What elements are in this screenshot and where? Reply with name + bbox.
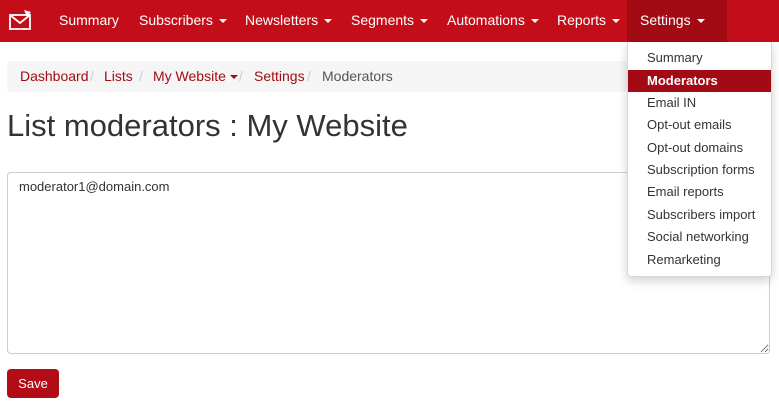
top-navbar: Summary Subscribers Newsletters Segments… (0, 0, 779, 42)
caret-down-icon (696, 19, 705, 24)
nav-segments-label: Segments (351, 12, 415, 28)
breadcrumb-settings[interactable]: Settings (254, 61, 305, 92)
caret-down-icon (324, 19, 333, 24)
nav-subscribers-label: Subscribers (139, 12, 213, 28)
breadcrumb-my-website[interactable]: My Website (153, 61, 238, 92)
breadcrumb-moderators: Moderators (322, 68, 393, 84)
caret-down-icon (530, 19, 539, 24)
breadcrumb-separator: / (239, 68, 243, 84)
breadcrumb-lists[interactable]: Lists (104, 61, 133, 92)
breadcrumb-separator: / (139, 68, 143, 84)
settings-menu-moderators[interactable]: Moderators (628, 70, 771, 92)
breadcrumb-dashboard[interactable]: Dashboard (20, 61, 89, 92)
breadcrumb-separator: / (90, 68, 94, 84)
nav-summary-label: Summary (59, 12, 119, 28)
caret-down-icon (229, 75, 238, 80)
nav-summary[interactable]: Summary (59, 0, 119, 42)
breadcrumb-separator: / (307, 68, 311, 84)
nav-newsletters[interactable]: Newsletters (245, 0, 333, 42)
nav-reports[interactable]: Reports (557, 0, 621, 42)
caret-down-icon (612, 19, 621, 24)
nav-automations[interactable]: Automations (447, 0, 539, 42)
settings-menu-opt-out-domains[interactable]: Opt-out domains (628, 137, 771, 159)
nav-newsletters-label: Newsletters (245, 12, 319, 28)
settings-dropdown-menu: Summary Moderators Email IN Opt-out emai… (627, 42, 772, 277)
settings-menu-email-in[interactable]: Email IN (628, 92, 771, 114)
envelope-icon[interactable] (7, 8, 33, 34)
caret-down-icon (420, 19, 429, 24)
nav-subscribers[interactable]: Subscribers (139, 0, 227, 42)
settings-menu-opt-out-emails[interactable]: Opt-out emails (628, 114, 771, 136)
nav-automations-label: Automations (447, 12, 525, 28)
nav-segments[interactable]: Segments (351, 0, 429, 42)
settings-menu-subscribers-import[interactable]: Subscribers import (628, 204, 771, 226)
breadcrumb: Dashboard / Lists / My Website / Setting… (7, 61, 627, 92)
settings-menu-summary[interactable]: Summary (628, 47, 771, 69)
settings-menu-social-networking[interactable]: Social networking (628, 226, 771, 248)
settings-menu-remarketing[interactable]: Remarketing (628, 249, 771, 271)
caret-down-icon (218, 19, 227, 24)
page-title: List moderators : My Website (7, 108, 408, 143)
settings-menu-email-reports[interactable]: Email reports (628, 181, 771, 203)
nav-settings[interactable]: Settings (627, 0, 727, 42)
nav-settings-label: Settings (640, 12, 691, 28)
breadcrumb-my-website-label: My Website (153, 68, 226, 84)
nav-reports-label: Reports (557, 12, 607, 28)
save-button[interactable]: Save (7, 369, 59, 398)
settings-menu-subscription-forms[interactable]: Subscription forms (628, 159, 771, 181)
